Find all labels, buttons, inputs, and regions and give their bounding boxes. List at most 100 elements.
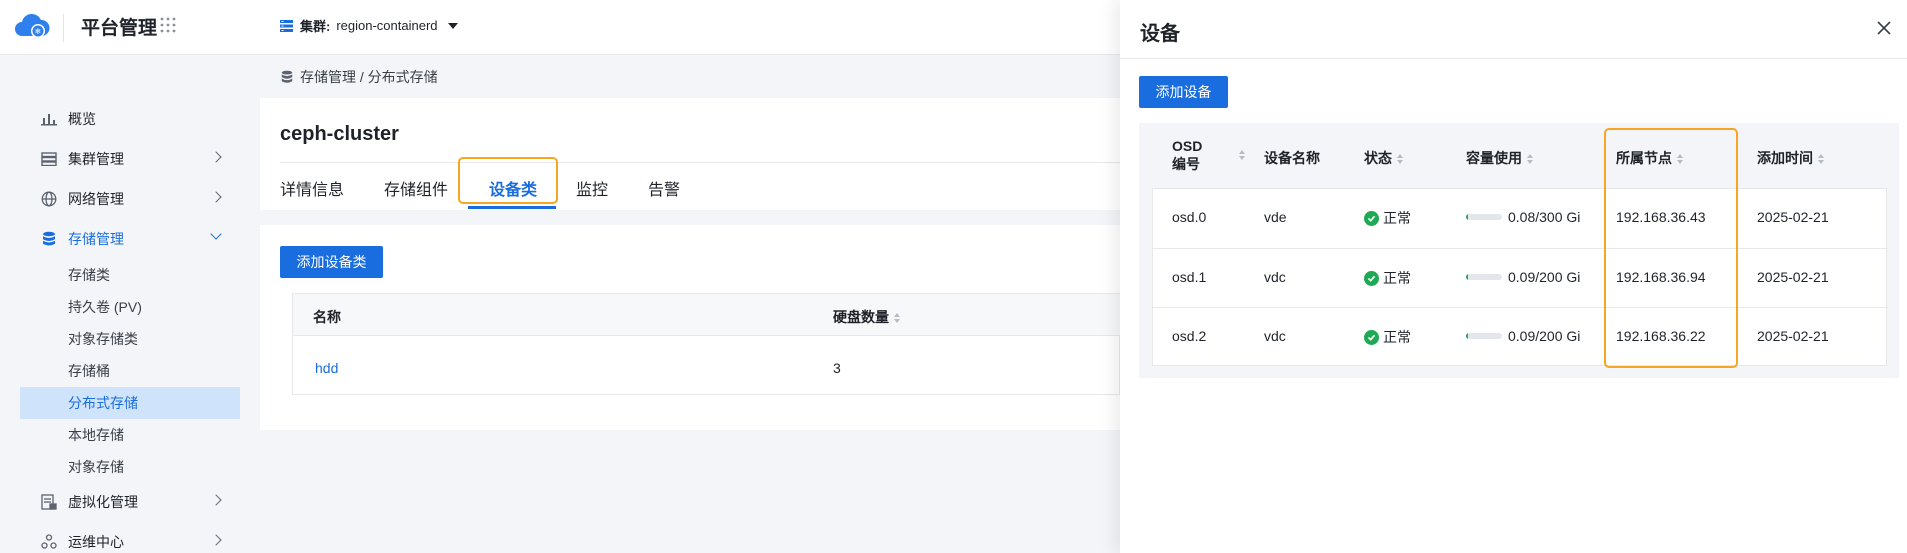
- database-icon: [40, 230, 58, 248]
- sidebar-subitem-local-storage[interactable]: 本地存储: [20, 419, 240, 451]
- chevron-right-icon: [210, 494, 222, 506]
- sidebar-subitem-object-storage-class[interactable]: 对象存储类: [20, 323, 240, 355]
- highlight-box-tab: [458, 157, 558, 204]
- highlight-box-node-column: [1604, 128, 1738, 368]
- table-row: osd.2 vdc 正常 0.09/200 Gi 192.168.36.22 2…: [1153, 307, 1888, 366]
- column-header-name: 名称: [313, 309, 341, 325]
- chevron-right-icon: [210, 191, 222, 203]
- sidebar-item-label: 概览: [68, 111, 96, 127]
- cluster-selector[interactable]: 集群: region-containerd: [279, 16, 458, 35]
- device-class-link[interactable]: hdd: [315, 360, 338, 376]
- virtualization-icon: [40, 493, 58, 511]
- device-name: vdc: [1264, 328, 1286, 344]
- osd-id: osd.1: [1172, 269, 1207, 285]
- sidebar-item-storage[interactable]: 存储管理: [20, 221, 240, 257]
- column-header-osd: OSD 编号: [1172, 138, 1203, 172]
- sidebar-subitem-bucket[interactable]: 存储桶: [20, 355, 240, 387]
- globe-icon: [40, 190, 58, 208]
- column-header-usage[interactable]: 容量使用: [1466, 148, 1534, 168]
- logo-divider: [63, 14, 64, 42]
- active-tab-indicator: [468, 206, 556, 209]
- table-row: osd.0 vde 正常 0.08/300 Gi 192.168.36.43 2…: [1153, 189, 1888, 248]
- breadcrumb: 存储管理 / 分布式存储: [280, 67, 438, 87]
- platform-title: 平台管理: [81, 18, 158, 39]
- sidebar-subitem-storage-class[interactable]: 存储类: [20, 259, 240, 291]
- device-name: vde: [1264, 209, 1287, 225]
- check-circle-icon: [1364, 210, 1379, 226]
- breadcrumb-text: 存储管理 / 分布式存储: [300, 69, 438, 85]
- disk-count-value: 3: [833, 360, 841, 376]
- page-title: ceph-cluster: [280, 123, 399, 145]
- check-circle-icon: [1364, 329, 1379, 345]
- device-name: vdc: [1264, 269, 1286, 285]
- column-header-status[interactable]: 状态: [1364, 148, 1404, 168]
- check-circle-icon: [1364, 270, 1379, 286]
- column-header-disk-count[interactable]: 硬盘数量: [833, 307, 901, 327]
- status-badge: 正常: [1364, 327, 1411, 347]
- sidebar-subitem-distributed-storage[interactable]: 分布式存储: [20, 387, 240, 419]
- sort-icon[interactable]: [1817, 154, 1825, 165]
- chevron-right-icon: [210, 534, 222, 546]
- device-table: osd.0 vde 正常 0.08/300 Gi 192.168.36.43 2…: [1152, 188, 1888, 366]
- cluster-label: 集群:: [300, 19, 331, 34]
- sidebar-subitem-object-storage[interactable]: 对象存储: [20, 451, 240, 483]
- sidebar-subitem-pv[interactable]: 持久卷 (PV): [20, 291, 240, 323]
- cloud-logo-icon[interactable]: ❄: [14, 12, 50, 40]
- device-class-table: 名称 硬盘数量 hdd 3: [292, 293, 1121, 395]
- add-device-button[interactable]: 添加设备: [1139, 76, 1228, 108]
- drawer-title: 设备: [1140, 23, 1180, 45]
- status-badge: 正常: [1364, 268, 1411, 288]
- status-badge: 正常: [1364, 208, 1411, 228]
- column-header-added-time[interactable]: 添加时间: [1757, 148, 1825, 168]
- sort-icon[interactable]: [893, 313, 901, 324]
- sidebar-item-label: 虚拟化管理: [68, 494, 138, 510]
- sidebar-item-ops-center[interactable]: 运维中心: [20, 524, 240, 553]
- close-icon[interactable]: [1875, 19, 1893, 37]
- device-class-card: 添加设备类 名称 硬盘数量 hdd 3: [260, 225, 1121, 430]
- usage-bar: [1466, 333, 1502, 339]
- tab-alerts[interactable]: 告警: [648, 176, 680, 200]
- detail-header-card: ceph-cluster 详情信息 存储组件 设备类 监控 告警: [260, 98, 1120, 210]
- added-time: 2025-02-21: [1757, 209, 1829, 225]
- table-header: [293, 294, 1121, 336]
- add-device-class-button[interactable]: 添加设备类: [280, 246, 383, 278]
- tab-storage-components[interactable]: 存储组件: [384, 176, 448, 200]
- caret-down-icon: [447, 22, 458, 29]
- cluster-icon: [280, 19, 293, 32]
- sidebar-item-overview[interactable]: 概览: [20, 101, 240, 137]
- usage-bar: [1466, 214, 1502, 220]
- table-row: osd.1 vdc 正常 0.09/200 Gi 192.168.36.94 2…: [1153, 248, 1888, 307]
- sidebar-item-virtualization[interactable]: 虚拟化管理: [20, 484, 240, 520]
- apps-grid-icon[interactable]: [160, 17, 176, 33]
- tab-details[interactable]: 详情信息: [280, 176, 344, 200]
- sidebar-item-network[interactable]: 网络管理: [20, 181, 240, 217]
- tab-monitoring[interactable]: 监控: [576, 176, 608, 200]
- osd-id: osd.2: [1172, 328, 1207, 344]
- capacity-usage: 0.08/300 Gi: [1466, 209, 1580, 225]
- svg-text:❄: ❄: [35, 27, 42, 36]
- sidebar-item-label: 存储管理: [68, 231, 124, 247]
- sidebar-item-label: 运维中心: [68, 534, 124, 550]
- sort-icon[interactable]: [1396, 154, 1404, 165]
- ops-icon: [40, 533, 58, 551]
- capacity-usage: 0.09/200 Gi: [1466, 269, 1580, 285]
- osd-id: osd.0: [1172, 209, 1207, 225]
- added-time: 2025-02-21: [1757, 269, 1829, 285]
- usage-bar: [1466, 274, 1502, 280]
- sidebar-item-label: 网络管理: [68, 191, 124, 207]
- sidebar-item-cluster[interactable]: 集群管理: [20, 141, 240, 177]
- sidebar-item-label: 集群管理: [68, 151, 124, 167]
- chevron-down-icon: [210, 228, 222, 240]
- database-icon: [281, 70, 293, 83]
- added-time: 2025-02-21: [1757, 328, 1829, 344]
- column-header-device-name: 设备名称: [1264, 150, 1320, 166]
- capacity-usage: 0.09/200 Gi: [1466, 328, 1580, 344]
- chevron-right-icon: [210, 151, 222, 163]
- sort-icon[interactable]: [1238, 150, 1246, 160]
- server-icon: [40, 150, 58, 168]
- cluster-value: region-containerd: [336, 18, 438, 33]
- bar-chart-icon: [40, 110, 58, 128]
- tabs-divider: [280, 162, 1120, 163]
- drawer-divider: [1120, 58, 1907, 59]
- sort-icon[interactable]: [1526, 154, 1534, 165]
